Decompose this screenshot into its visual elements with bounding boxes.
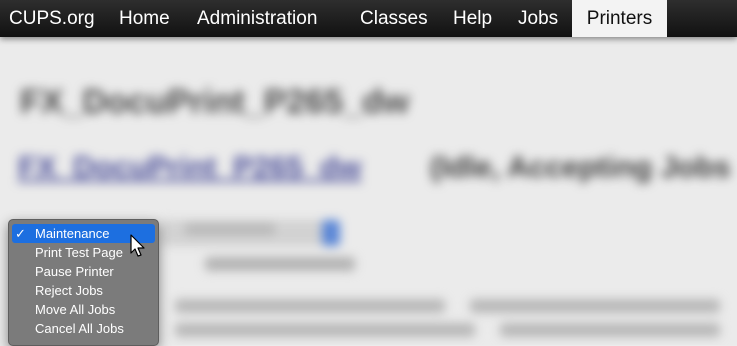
menu-item-move-all-jobs[interactable]: Move All Jobs <box>12 300 155 319</box>
nav-brand-link[interactable]: CUPS.org <box>9 0 95 37</box>
description-line <box>175 299 445 313</box>
menu-item-cancel-all-jobs[interactable]: Cancel All Jobs <box>12 319 155 338</box>
description-line <box>500 323 720 337</box>
mouse-pointer-icon <box>130 234 145 257</box>
page-title: FX_DocuPrint_P265_dw <box>20 83 410 121</box>
administration-select-value <box>185 223 275 235</box>
description-line <box>175 323 475 337</box>
nav-home-link[interactable]: Home <box>119 0 170 37</box>
printer-status-text: (Idle, Accepting Jobs <box>430 151 731 184</box>
menu-item-label: Cancel All Jobs <box>35 321 124 336</box>
printer-name-link[interactable]: FX_DocuPrint_P265_dw <box>18 151 361 185</box>
menu-item-label: Move All Jobs <box>35 302 116 317</box>
nav-jobs-link[interactable]: Jobs <box>518 0 558 37</box>
top-navigation-bar: CUPS.org Home Administration Classes Hel… <box>0 0 737 37</box>
nav-administration-link[interactable]: Administration <box>197 0 317 37</box>
menu-item-label: Pause Printer <box>35 264 114 279</box>
select-caption <box>205 257 355 271</box>
select-arrow-icon <box>322 220 340 246</box>
menu-item-label: Reject Jobs <box>35 283 103 298</box>
nav-classes-link[interactable]: Classes <box>360 0 428 37</box>
checkmark-icon: ✓ <box>15 226 26 241</box>
nav-help-link[interactable]: Help <box>453 0 492 37</box>
menu-item-label: Print Test Page <box>35 245 123 260</box>
nav-printers-tab[interactable]: Printers <box>572 0 667 37</box>
menu-item-reject-jobs[interactable]: Reject Jobs <box>12 281 155 300</box>
menu-item-label: Maintenance <box>35 226 110 241</box>
menu-item-pause-printer[interactable]: Pause Printer <box>12 262 155 281</box>
description-line <box>470 299 720 313</box>
